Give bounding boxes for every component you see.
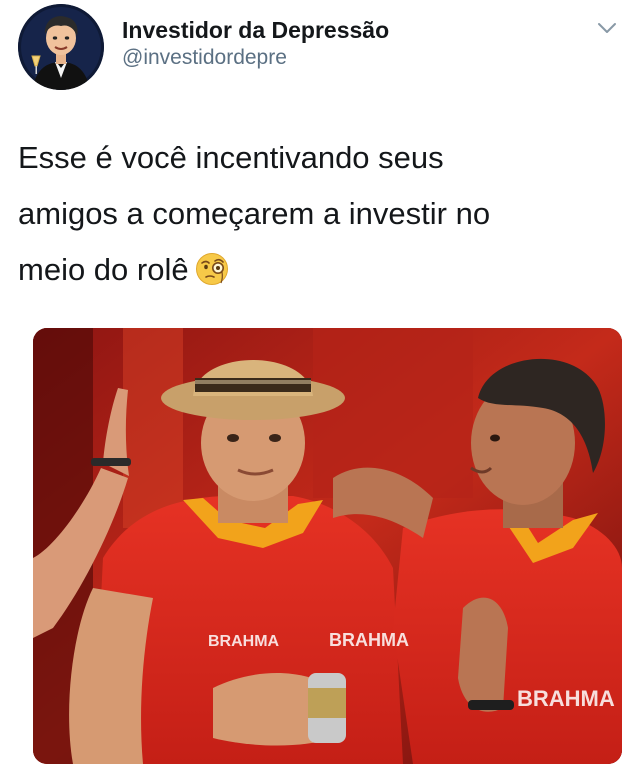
tweet-text-line: Esse é você incentivando seus (18, 140, 444, 175)
tweet-photo[interactable]: BRAHMA BRAHMA BRAHMA (33, 328, 622, 764)
jersey-lettering: BRAHMA (329, 630, 409, 650)
display-name[interactable]: Investidor da Depressão (122, 16, 389, 44)
tweet-header: Investidor da Depressão @investidordepre (18, 4, 618, 90)
avatar[interactable] (18, 4, 104, 90)
jersey-lettering: BRAHMA (208, 633, 280, 650)
chevron-down-icon[interactable] (596, 20, 618, 36)
username-handle[interactable]: @investidordepre (122, 44, 389, 72)
tweet-card: Investidor da Depressão @investidordepre… (0, 0, 629, 768)
tweet-text-line: meio do rolê (18, 242, 608, 298)
author-names: Investidor da Depressão @investidordepre (122, 16, 389, 72)
tweet-text-line: amigos a começarem a investir no (18, 196, 491, 231)
tweet-text-line-content: meio do rolê (18, 252, 189, 287)
photo-two-men-red-jerseys: BRAHMA BRAHMA BRAHMA (33, 328, 622, 764)
tweet-text: Esse é você incentivando seus amigos a c… (18, 130, 608, 298)
jersey-lettering: BRAHMA (517, 686, 615, 711)
face-with-monocle-icon (195, 248, 229, 285)
cartoon-man-avatar-icon (18, 4, 104, 90)
